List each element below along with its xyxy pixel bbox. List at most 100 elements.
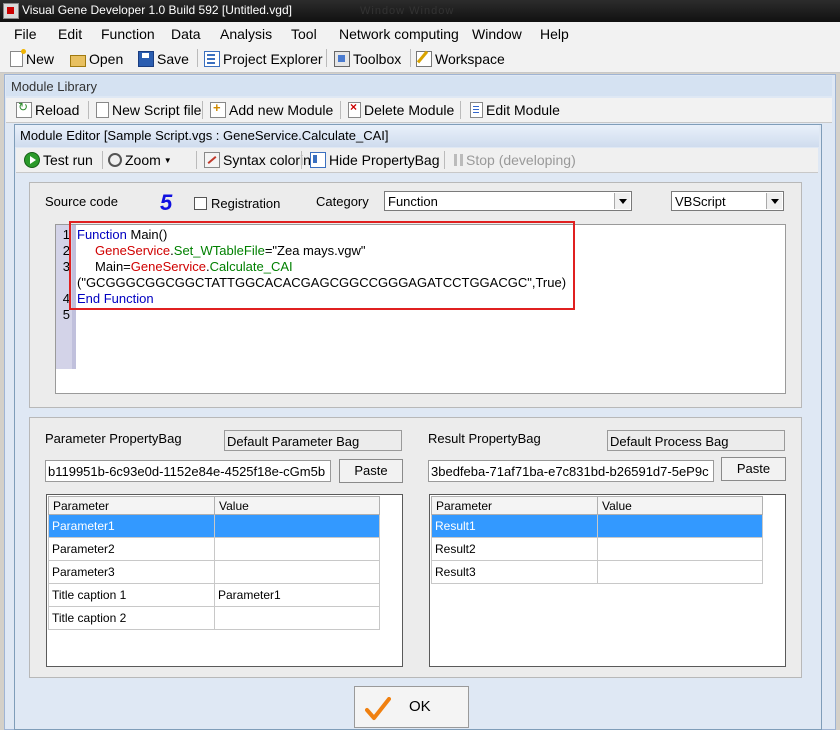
save-disk-icon (138, 51, 154, 67)
value-cell[interactable] (597, 537, 763, 561)
result-cell[interactable]: Result3 (431, 560, 598, 584)
folder-open-icon (70, 54, 86, 67)
value-cell[interactable] (597, 560, 763, 584)
table-row[interactable]: Result1 (431, 514, 763, 538)
title-bar-ghost-text: Window Window (360, 5, 455, 17)
reload-button[interactable]: Reload (16, 100, 79, 119)
table-row[interactable]: Result2 (431, 537, 763, 561)
result-table: Parameter Value Result1 Result2 Result3 (431, 496, 763, 584)
menu-analysis[interactable]: Analysis (220, 26, 272, 42)
parameter-cell[interactable]: Title caption 1 (48, 583, 215, 607)
project-explorer-button[interactable]: Project Explorer (204, 50, 323, 68)
test-run-button[interactable]: Test run (24, 151, 93, 169)
language-select[interactable]: VBScript (671, 191, 784, 211)
workspace-button[interactable]: Workspace (416, 50, 505, 68)
toolbar-separator (102, 151, 103, 169)
test-run-label: Test run (43, 152, 93, 168)
table-row[interactable]: Parameter1 (48, 514, 380, 538)
menu-file[interactable]: File (14, 26, 37, 42)
result-grid[interactable]: Parameter Value Result1 Result2 Result3 (429, 494, 786, 667)
ok-button[interactable]: OK (354, 686, 469, 728)
edit-module-icon (470, 102, 483, 118)
result-cell[interactable]: Result1 (431, 514, 598, 538)
edit-module-button[interactable]: Edit Module (470, 101, 560, 119)
source-code-label: Source code (45, 194, 118, 209)
workspace-pencil-icon (416, 51, 432, 67)
parameter-grid[interactable]: Parameter Value Parameter1 Parameter2 Pa… (46, 494, 403, 667)
toolbox-label: Toolbox (353, 51, 402, 67)
magnifier-icon (108, 153, 122, 167)
module-library-toolbar: Reload New Script file Add new Module De… (6, 98, 832, 123)
parameter-cell[interactable]: Parameter3 (48, 560, 215, 584)
column-header-value[interactable]: Value (214, 496, 380, 515)
parameter-cell[interactable]: Parameter2 (48, 537, 215, 561)
parameter-paste-button[interactable]: Paste (339, 459, 403, 483)
chevron-down-icon[interactable] (614, 193, 630, 209)
stop-label: Stop (developing) (466, 152, 576, 168)
stop-button[interactable]: Stop (developing) (454, 151, 576, 169)
table-header-row: Parameter Value (431, 496, 763, 515)
table-row[interactable]: Parameter3 (48, 560, 380, 584)
menu-function[interactable]: Function (101, 26, 155, 42)
module-editor-title: Module Editor [Sample Script.vgs : GeneS… (20, 128, 389, 143)
open-button[interactable]: Open (70, 50, 123, 68)
code-line-3: Main=GeneService.Calculate_CAI (95, 259, 293, 274)
ok-button-label: OK (409, 698, 431, 715)
gutter-change-marker (72, 225, 76, 369)
registration-checkbox[interactable] (194, 197, 207, 210)
delete-module-button[interactable]: Delete Module (348, 100, 454, 119)
table-row[interactable]: Title caption 2 (48, 606, 380, 630)
save-button-label: Save (157, 51, 189, 67)
play-icon (24, 152, 40, 168)
table-row[interactable]: Result3 (431, 560, 763, 584)
save-button[interactable]: Save (138, 50, 189, 68)
result-bag-id-field[interactable]: 3bedfeba-71af71ba-e7c831bd-b26591d7-5eP9… (428, 460, 714, 482)
code-line-1: Function Main() (77, 227, 167, 242)
table-row[interactable]: Parameter2 (48, 537, 380, 561)
column-header-parameter[interactable]: Parameter (48, 496, 215, 515)
result-bag-name-text: Default Process Bag (610, 434, 729, 449)
parameter-cell[interactable]: Parameter1 (48, 514, 215, 538)
new-button[interactable]: New (10, 49, 54, 68)
menu-tool[interactable]: Tool (291, 26, 317, 42)
add-new-module-button[interactable]: Add new Module (210, 100, 333, 119)
hide-propertybag-label: Hide PropertyBag (329, 152, 440, 168)
column-header-parameter[interactable]: Parameter (431, 496, 598, 515)
reload-icon (16, 100, 32, 118)
code-line-3-wrap: ("GCGGGCGGCGGCTATTGGCACACGAGCGGCCGGGAGAT… (77, 275, 566, 290)
table-row[interactable]: Title caption 1 Parameter1 (48, 583, 380, 607)
toolbox-button[interactable]: Toolbox (334, 50, 401, 68)
menu-data[interactable]: Data (171, 26, 201, 42)
hide-propertybag-button[interactable]: Hide PropertyBag (310, 151, 440, 169)
toolbar-separator (202, 101, 203, 119)
new-script-file-button[interactable]: New Script file (96, 101, 201, 119)
zoom-dropdown-button[interactable]: Zoom ▼ (108, 151, 172, 169)
result-paste-button[interactable]: Paste (721, 457, 786, 481)
chevron-down-icon[interactable] (766, 193, 782, 209)
menu-help[interactable]: Help (540, 26, 569, 42)
propertybag-icon (310, 152, 326, 168)
code-keyword: Function (77, 227, 127, 242)
parameter-bag-id-field[interactable]: b119951b-6c93e0d-1152e84e-4525f18e-cGm5b (45, 460, 331, 482)
result-cell[interactable]: Result2 (431, 537, 598, 561)
toolbar-separator (410, 49, 411, 67)
toolbar-separator (88, 101, 89, 119)
table-header-row: Parameter Value (48, 496, 380, 515)
menu-network-computing[interactable]: Network computing (339, 26, 459, 42)
value-cell[interactable] (214, 514, 380, 538)
result-bag-name: Default Process Bag (607, 430, 785, 451)
category-select[interactable]: Function (384, 191, 632, 211)
code-object: GeneService (130, 259, 206, 274)
parameter-cell[interactable]: Title caption 2 (48, 606, 215, 630)
value-cell[interactable] (214, 560, 380, 584)
column-header-value[interactable]: Value (597, 496, 763, 515)
value-cell[interactable] (214, 606, 380, 630)
value-cell[interactable] (597, 514, 763, 538)
menu-edit[interactable]: Edit (58, 26, 82, 42)
value-cell[interactable]: Parameter1 (214, 583, 380, 607)
code-method: Calculate_CAI (209, 259, 293, 274)
code-text: Main= (95, 259, 131, 274)
menu-window[interactable]: Window (472, 26, 522, 42)
value-cell[interactable] (214, 537, 380, 561)
parameter-propertybag-label: Parameter PropertyBag (45, 431, 182, 446)
